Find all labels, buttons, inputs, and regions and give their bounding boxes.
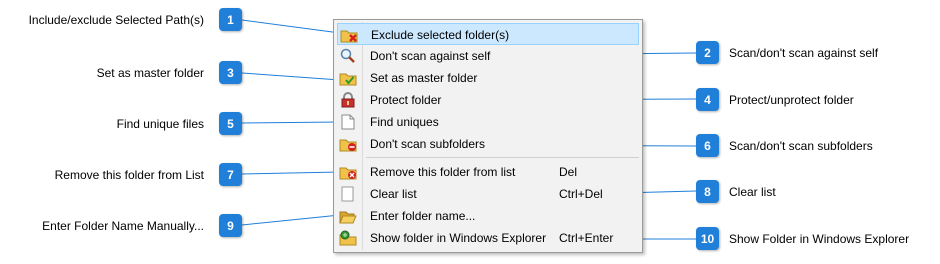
open-folder-icon — [339, 208, 357, 224]
lock-icon — [339, 92, 357, 108]
context-menu: Exclude selected folder(s) Don't scan ag… — [333, 19, 643, 253]
callout-label-3: Set as master folder — [96, 66, 204, 80]
master-folder-icon — [339, 70, 357, 86]
connector-line-7 — [241, 171, 341, 175]
menu-item-shortcut: Ctrl+Del — [559, 187, 603, 201]
callout-label-10: Show Folder in Windows Explorer — [729, 232, 910, 246]
menu-item-label: Remove this folder from list — [370, 165, 516, 179]
connector-line-5 — [241, 121, 341, 124]
connector-line-9 — [241, 214, 341, 226]
callout-badge-7: 7 — [219, 163, 242, 186]
menu-item-label: Don't scan subfolders — [370, 137, 486, 151]
magnifier-icon — [339, 48, 357, 64]
callout-badge-4: 4 — [696, 88, 719, 111]
explorer-icon — [339, 230, 357, 246]
menu-item-set-master[interactable]: Set as master folder — [337, 67, 639, 89]
callout-badge-9: 9 — [219, 214, 242, 237]
menu-item-enter-folder-name[interactable]: Enter folder name... — [337, 205, 639, 227]
menu-item-label: Show folder in Windows Explorer — [370, 231, 547, 245]
connector-line-3 — [241, 72, 341, 81]
callout-label-6: Scan/don't scan subfolders — [729, 139, 873, 153]
blank-page-icon — [339, 114, 357, 130]
menu-item-label: Clear list — [370, 187, 417, 201]
menu-separator — [366, 157, 639, 158]
remove-folder-icon — [339, 164, 357, 180]
menu-item-label: Exclude selected folder(s) — [371, 28, 510, 42]
menu-item-protect-folder[interactable]: Protect folder — [337, 89, 639, 111]
callout-badge-8: 8 — [696, 180, 719, 203]
menu-item-label: Protect folder — [370, 93, 442, 107]
menu-item-label: Enter folder name... — [370, 209, 476, 223]
callout-badge-3: 3 — [219, 61, 242, 84]
callout-label-5: Find unique files — [116, 117, 204, 131]
menu-item-shortcut: Del — [559, 165, 578, 179]
menu-item-dont-scan-subfolders[interactable]: Don't scan subfolders — [337, 133, 639, 155]
callout-badge-1: 1 — [219, 8, 242, 31]
callout-badge-2: 2 — [696, 41, 719, 64]
menu-item-label: Set as master folder — [370, 71, 478, 85]
menu-item-dont-scan-self[interactable]: Don't scan against self — [337, 45, 639, 67]
no-subfolders-icon — [339, 136, 357, 152]
callout-badge-6: 6 — [696, 134, 719, 157]
empty-box-icon — [339, 186, 357, 202]
menu-item-exclude-selected[interactable]: Exclude selected folder(s) — [337, 23, 639, 45]
menu-item-label: Don't scan against self — [370, 49, 491, 63]
callout-label-9: Enter Folder Name Manually... — [42, 219, 204, 233]
menu-item-shortcut: Ctrl+Enter — [559, 231, 614, 245]
menu-item-find-uniques[interactable]: Find uniques — [337, 111, 639, 133]
callout-badge-5: 5 — [219, 112, 242, 135]
callout-label-7: Remove this folder from List — [54, 168, 204, 182]
exclude-folder-icon — [340, 27, 358, 43]
menu-item-clear-list[interactable]: Clear list Ctrl+Del — [337, 183, 639, 205]
callout-label-8: Clear list — [729, 185, 776, 199]
callout-label-4: Protect/unprotect folder — [729, 93, 854, 107]
menu-item-show-in-explorer[interactable]: Show folder in Windows Explorer Ctrl+Ent… — [337, 227, 639, 249]
connector-line-1 — [241, 19, 341, 34]
menu-item-label: Find uniques — [370, 115, 439, 129]
callout-badge-10: 10 — [696, 227, 719, 250]
callout-label-2: Scan/don't scan against self — [729, 46, 879, 60]
menu-item-remove-folder[interactable]: Remove this folder from list Del — [337, 161, 639, 183]
callout-label-1: Include/exclude Selected Path(s) — [28, 13, 204, 27]
